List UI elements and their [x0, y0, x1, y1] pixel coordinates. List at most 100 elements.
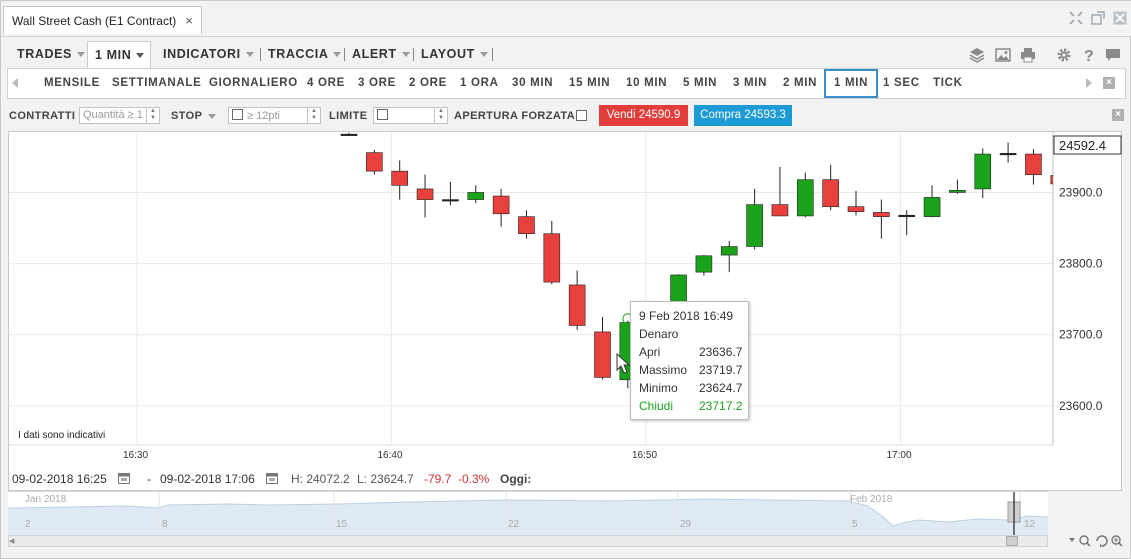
nav-day: 5 [852, 519, 858, 530]
calendar-to-icon[interactable] [266, 472, 278, 487]
candle-body[interactable] [720, 246, 738, 256]
candle-body[interactable] [949, 190, 966, 193]
candle-body[interactable] [467, 192, 485, 200]
scroll-right-icon[interactable] [1086, 78, 1092, 88]
tooltip-close-label: Chiudi [639, 399, 674, 413]
candle-body[interactable] [898, 214, 916, 218]
popout-icon[interactable] [1091, 11, 1105, 28]
range-change: -79.7 [424, 472, 452, 486]
timeframe-1-ora[interactable]: 1 ORA [460, 77, 499, 89]
timeframe-4-ore[interactable]: 4 ORE [307, 77, 345, 89]
navigator-scrollbar[interactable]: ◀ [8, 535, 1048, 547]
timeframe-1-sec[interactable]: 1 SEC [883, 77, 920, 89]
candle-body[interactable] [771, 204, 789, 217]
timeframe-tick[interactable]: TICK [933, 77, 963, 89]
timeframe-3-min[interactable]: 3 MIN [733, 77, 767, 89]
range-dash: - [147, 472, 151, 486]
candle-body[interactable] [847, 206, 865, 212]
separator [492, 48, 493, 61]
help-icon[interactable]: ? [1081, 47, 1097, 65]
scroll-left-icon[interactable] [12, 78, 18, 88]
candle-body[interactable] [340, 133, 358, 136]
timeframe-15-min[interactable]: 15 MIN [569, 77, 610, 89]
forced-open-checkbox[interactable] [576, 110, 587, 121]
nav-month-feb: Feb 2018 [850, 494, 893, 505]
range-from[interactable]: 09-02-2018 16:25 [12, 472, 107, 486]
candle-body[interactable] [1025, 153, 1042, 175]
draw-menu[interactable]: TRACCIA [268, 41, 342, 67]
timeframe-settimanale[interactable]: SETTIMANALE [112, 77, 201, 89]
y-tick-label: 23900.0 [1059, 185, 1103, 199]
tooltip-low-label: Minimo [639, 381, 678, 395]
candle-body[interactable] [822, 179, 839, 207]
tooltip-open-label: Apri [639, 345, 661, 359]
print-icon[interactable] [1020, 47, 1036, 63]
close-order-bar-icon[interactable]: × [1112, 109, 1124, 121]
contracts-stepper[interactable]: ▲ ▼ [146, 108, 159, 123]
buy-button[interactable]: Compra 24593.3 [694, 105, 792, 126]
trades-menu[interactable]: TRADES [17, 41, 85, 67]
limit-checkbox[interactable] [377, 109, 388, 120]
range-to[interactable]: 09-02-2018 17:06 [160, 472, 255, 486]
timeframe-5-min[interactable]: 5 MIN [683, 77, 717, 89]
candle-body[interactable] [416, 188, 434, 200]
timeframe-2-min[interactable]: 2 MIN [783, 77, 817, 89]
candle-body[interactable] [974, 153, 992, 190]
chart-area[interactable]: 23900.0 23800.0 23700.0 23600.0 16:30 16:40 16… [8, 131, 1122, 491]
timeframe-2-ore[interactable]: 2 ORE [409, 77, 447, 89]
limit-stepper[interactable]: ▲ ▼ [434, 108, 447, 123]
stop-menu[interactable]: STOP [171, 110, 217, 122]
limit-input[interactable]: ▲ ▼ [373, 107, 448, 124]
stop-input[interactable]: ≥ 12pti ▲ ▼ [228, 107, 321, 124]
candle-body[interactable] [746, 204, 763, 247]
zoom-out-icon[interactable] [1067, 534, 1127, 551]
scroll-thumb[interactable] [1006, 536, 1018, 546]
separator [413, 48, 414, 61]
candle-body[interactable] [518, 216, 535, 235]
tab-bar: Wall Street Cash (E1 Contract) × [1, 1, 1131, 37]
compress-icon[interactable] [1069, 11, 1083, 28]
tab-wall-street-cash[interactable]: Wall Street Cash (E1 Contract) × [3, 6, 202, 34]
timeframe-giornaliero[interactable]: GIORNALIERO [209, 77, 298, 89]
layout-menu[interactable]: LAYOUT [421, 41, 488, 67]
window-close-icon[interactable] [1113, 11, 1127, 28]
layers-icon[interactable] [969, 47, 985, 63]
timeframe-1-min[interactable]: 1 MIN [824, 69, 879, 98]
candle-body[interactable] [442, 199, 459, 202]
candle-body[interactable] [796, 179, 814, 217]
candle-body[interactable] [568, 284, 586, 326]
tooltip-high-label: Massimo [639, 363, 688, 377]
calendar-from-icon[interactable] [118, 472, 130, 487]
chat-icon[interactable] [1105, 47, 1121, 63]
close-icon[interactable]: × [185, 13, 193, 28]
candle-body[interactable] [923, 197, 941, 217]
candle-body[interactable] [492, 195, 510, 215]
candle-body[interactable] [999, 153, 1017, 156]
candlestick-chart[interactable]: 23900.0 23800.0 23700.0 23600.0 16:30 16:40 16… [9, 132, 1123, 468]
candle-body[interactable] [543, 233, 561, 283]
tooltip-date: 9 Feb 2018 16:49 [639, 309, 734, 323]
gear-icon[interactable] [1056, 47, 1072, 63]
candle-body[interactable] [391, 170, 409, 186]
plot-background [9, 132, 1053, 445]
timeframe-30-min[interactable]: 30 MIN [512, 77, 553, 89]
navigator[interactable]: Jan 2018 Feb 2018 2 8 15 22 29 5 12 [7, 491, 1049, 536]
alert-menu[interactable]: ALERT [352, 41, 410, 67]
contracts-input[interactable]: Quantità ≥ 1 ▲ ▼ [79, 107, 160, 124]
close-timeframe-bar-icon[interactable]: × [1103, 77, 1115, 89]
stop-stepper[interactable]: ▲ ▼ [307, 108, 320, 123]
candle-body[interactable] [366, 152, 383, 172]
candle-body[interactable] [873, 212, 890, 217]
sell-button[interactable]: Vendi 24590.9 [599, 105, 688, 126]
timeframe-mensile[interactable]: MENSILE [44, 77, 100, 89]
timeframe-10-min[interactable]: 10 MIN [626, 77, 667, 89]
timeframe-3-ore[interactable]: 3 ORE [358, 77, 396, 89]
candle-body[interactable] [594, 331, 611, 378]
range-info-bar: 09-02-2018 16:25 - 09-02-2018 17:06 H: 2… [8, 467, 1122, 491]
stop-checkbox[interactable] [232, 109, 243, 120]
interval-menu[interactable]: 1 MIN [87, 41, 152, 68]
image-icon[interactable] [995, 47, 1011, 63]
candle-body[interactable] [695, 255, 713, 273]
indicators-menu[interactable]: INDICATORI [163, 41, 254, 67]
scroll-left-arrow-icon[interactable]: ◀ [9, 537, 19, 545]
